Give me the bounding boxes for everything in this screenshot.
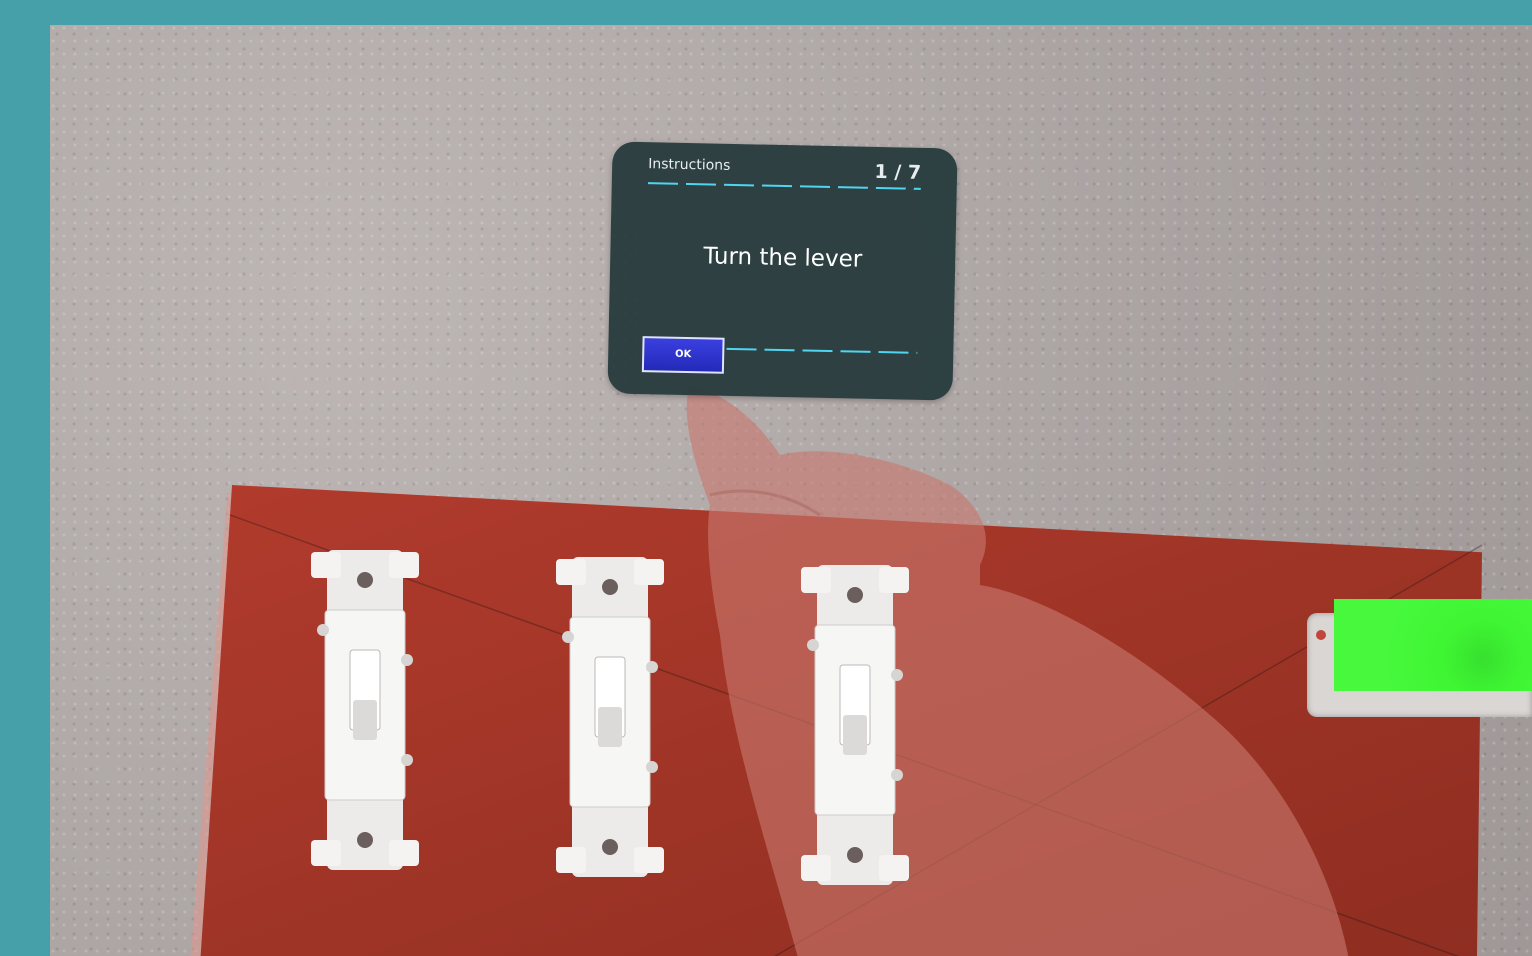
- panel-title: Instructions: [648, 156, 731, 174]
- light-switch-middle[interactable]: [550, 557, 670, 877]
- instruction-message: Turn the lever: [703, 243, 863, 273]
- footer-divider: [726, 347, 918, 354]
- light-switch-left[interactable]: [305, 550, 425, 870]
- status-indicator-light: [1334, 599, 1532, 691]
- instruction-panel: Instructions 1 / 7 Turn the lever OK: [607, 141, 958, 401]
- mixed-reality-view: Instructions 1 / 7 Turn the lever OK: [50, 25, 1532, 956]
- indicator-screw: [1316, 630, 1326, 640]
- user-hand: [686, 385, 1349, 956]
- app-frame: Instructions 1 / 7 Turn the lever OK: [0, 0, 1532, 956]
- step-counter: 1 / 7: [874, 160, 922, 184]
- ok-button[interactable]: OK: [641, 336, 725, 374]
- light-switch-right[interactable]: [795, 565, 915, 885]
